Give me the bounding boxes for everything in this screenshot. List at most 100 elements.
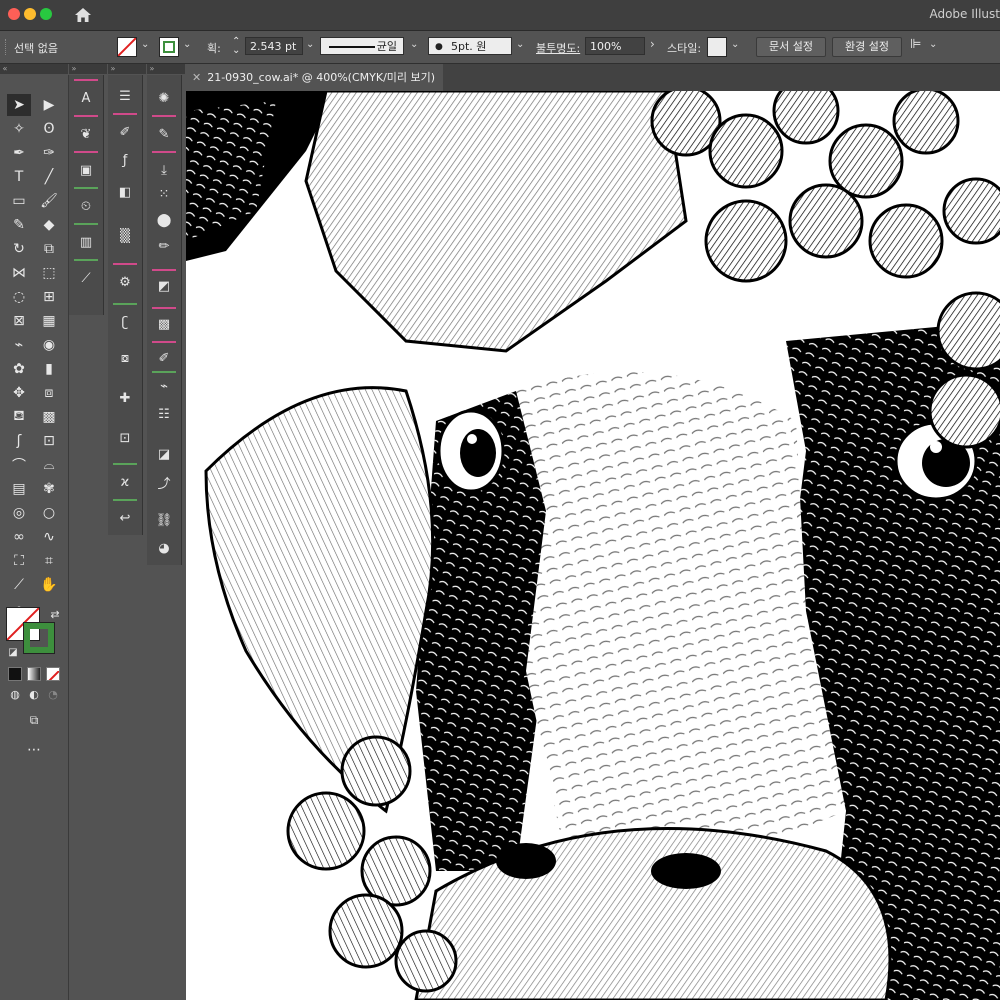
column-graph-tool-icon[interactable]: ▮ (37, 358, 61, 380)
brushes-panel-icon[interactable]: ✐ (114, 121, 136, 143)
swap-colors-icon[interactable]: ⇄ (43, 603, 67, 625)
default-colors-icon[interactable]: ◪ (1, 641, 25, 663)
brush-definition[interactable]: ● 5pt. 원 (428, 37, 512, 55)
stroke-weight-input[interactable]: 2.543 pt (245, 37, 303, 55)
color-panel-icon[interactable]: ⬤ (153, 209, 175, 231)
lasso-tool-icon[interactable]: ʘ (37, 118, 61, 140)
type-tool-icon[interactable]: T (7, 166, 31, 188)
screen-mode-icon[interactable]: ⧉ (22, 709, 46, 731)
graphic-styles-panel-icon[interactable]: ƒ (114, 149, 136, 171)
document-setup-button[interactable]: 문서 설정 (756, 37, 826, 57)
butterfly-symbol-tool-icon[interactable]: ✾ (37, 478, 61, 500)
pencil-panel-icon[interactable]: ✐ (153, 347, 175, 369)
width-tool-icon[interactable]: ⋈ (7, 262, 31, 284)
arrange-documents-icon[interactable]: ⊫ (910, 37, 921, 52)
rotate-tool-icon[interactable]: ↻ (7, 238, 31, 260)
transparency-panel-icon[interactable]: ▩ (153, 313, 175, 335)
opacity-arrow-icon[interactable]: › (650, 37, 655, 51)
slice-tool-icon[interactable]: ▩ (37, 406, 61, 428)
opacity-label[interactable]: 불투명도: (536, 40, 580, 56)
blend-tool-icon[interactable]: ◉ (37, 334, 61, 356)
close-window-button[interactable] (8, 8, 20, 20)
zoom-window-button[interactable] (40, 8, 52, 20)
symbol-sprayer-tool-icon[interactable]: ✿ (7, 358, 31, 380)
tools-panel-header[interactable]: « (0, 64, 68, 74)
gradient-panel-icon[interactable]: ⟋ (75, 267, 97, 289)
gradient-tool-icon[interactable]: ▦ (37, 310, 61, 332)
variables-panel-icon[interactable]: ϰ (114, 471, 136, 493)
shape-builder-tool-icon[interactable]: ◌ (7, 286, 31, 308)
anchor-point-tool-icon[interactable]: ⊡ (37, 430, 61, 452)
smooth-tool-icon[interactable]: ⌒ (7, 454, 31, 476)
control-bar-grip[interactable] (5, 39, 9, 55)
paintbrush-tool-icon[interactable]: 🖌 (37, 190, 61, 212)
style-dropdown-chevron-icon[interactable]: ⌄ (731, 39, 739, 50)
paragraph-panel-icon[interactable]: ☰ (114, 85, 136, 107)
pen-tool-icon[interactable]: ✒ (7, 142, 31, 164)
fill-swatch[interactable] (117, 37, 137, 57)
magic-wand-tool-icon[interactable]: ✧ (7, 118, 31, 140)
brush-dropdown-chevron-icon[interactable]: ⌄ (516, 39, 524, 50)
layers-panel-icon[interactable]: ◧ (114, 181, 136, 203)
line-segment-tool-icon[interactable]: ╱ (37, 166, 61, 188)
join-tool-icon[interactable]: ∞ (7, 526, 31, 548)
wave-tool-icon[interactable]: ∿ (37, 526, 61, 548)
stroke-style-panel-icon[interactable]: ↩ (114, 507, 136, 529)
eyedropper-tool-icon[interactable]: ⌁ (7, 334, 31, 356)
asset-export-panel-icon[interactable]: ʗ (114, 311, 136, 333)
free-transform-tool-icon[interactable]: ⬚ (37, 262, 61, 284)
rectangle-tool-icon[interactable]: ▭ (7, 190, 31, 212)
eraser-tool-icon[interactable]: ◆ (37, 214, 61, 236)
properties-panel-icon[interactable]: ✺ (153, 87, 175, 109)
dock-1-header[interactable]: » (69, 64, 107, 74)
color-mode-icon[interactable] (8, 667, 22, 681)
brush-libraries-panel-icon[interactable]: ✏ (153, 235, 175, 257)
align-panel-icon[interactable]: ⊡ (114, 427, 136, 449)
direct-selection-tool-icon[interactable]: ▶ (37, 94, 61, 116)
dock-3-header[interactable]: » (147, 64, 185, 74)
image-trace-panel-icon[interactable]: ▣ (75, 159, 97, 181)
canvas-artwork[interactable] (186, 91, 1000, 1000)
stroke-weight-dropdown-icon[interactable]: ⌄ (306, 39, 314, 50)
stroke-panel-icon[interactable]: ⤓ (153, 159, 175, 181)
artboard-tool-icon[interactable]: ⧈ (37, 382, 61, 404)
eyedropper-panel-icon[interactable]: ⌁ (153, 375, 175, 397)
edit-toolbar-more-icon[interactable]: ⋯ (22, 739, 46, 761)
curvature-tool-icon[interactable]: ✑ (37, 142, 61, 164)
hand-tool-icon[interactable]: ✋ (37, 574, 61, 596)
twirl-tool-icon[interactable]: ◎ (7, 502, 31, 524)
minimize-window-button[interactable] (24, 8, 36, 20)
stroke-stepper-icon[interactable]: ⌃ ⌄ (232, 37, 240, 56)
reshape-tool-icon[interactable]: ⌓ (37, 454, 61, 476)
history-panel-icon[interactable]: ⏲ (75, 195, 97, 217)
warp-tool-icon[interactable]: ʃ (7, 430, 31, 452)
transform-panel-icon[interactable]: ⧇ (114, 347, 136, 369)
artboards-panel-icon[interactable]: ⁙ (153, 183, 175, 205)
navigator-panel-icon[interactable]: ◪ (153, 443, 175, 465)
draw-inside-icon[interactable]: ◔ (41, 683, 65, 705)
variable-width-profile[interactable]: 균일 (320, 37, 404, 55)
appearance-panel-icon[interactable]: ▒ (114, 225, 136, 247)
gradient-annotator-tool-icon[interactable]: ▤ (7, 478, 31, 500)
puppet-warp-tool-icon[interactable]: ✥ (7, 382, 31, 404)
dock-2-header[interactable]: » (108, 64, 146, 74)
stroke-color-box[interactable] (23, 622, 55, 654)
profile-dropdown-chevron-icon[interactable]: ⌄ (410, 39, 418, 50)
adjustments-panel-icon[interactable]: ☷ (153, 403, 175, 425)
home-icon[interactable] (73, 5, 93, 25)
measure-tool-icon[interactable]: ⟋ (7, 574, 31, 596)
shaper-tool-icon[interactable]: ✎ (7, 214, 31, 236)
scale-tool-icon[interactable]: ⧉ (37, 238, 61, 260)
export-panel-icon[interactable]: ⤴ (153, 471, 175, 493)
mesh-tool-icon[interactable]: ⊠ (7, 310, 31, 332)
live-paint-bucket-tool-icon[interactable]: ⛾ (7, 406, 31, 428)
fill-dropdown-chevron-icon[interactable]: ⌄ (141, 39, 149, 50)
live-paint-selection-tool-icon[interactable]: ⛶ (7, 550, 31, 572)
opacity-input[interactable]: 100% (585, 37, 645, 55)
image-crop-panel-icon[interactable]: ◩ (153, 275, 175, 297)
symbols-panel-icon[interactable]: ❦ (75, 123, 97, 145)
arrange-dropdown-chevron-icon[interactable]: ⌄ (929, 39, 937, 50)
link-panel-icon[interactable]: ⛓ (153, 509, 175, 531)
crop-tool-icon[interactable]: ⌗ (37, 550, 61, 572)
gradient-mode-icon[interactable] (27, 667, 41, 681)
